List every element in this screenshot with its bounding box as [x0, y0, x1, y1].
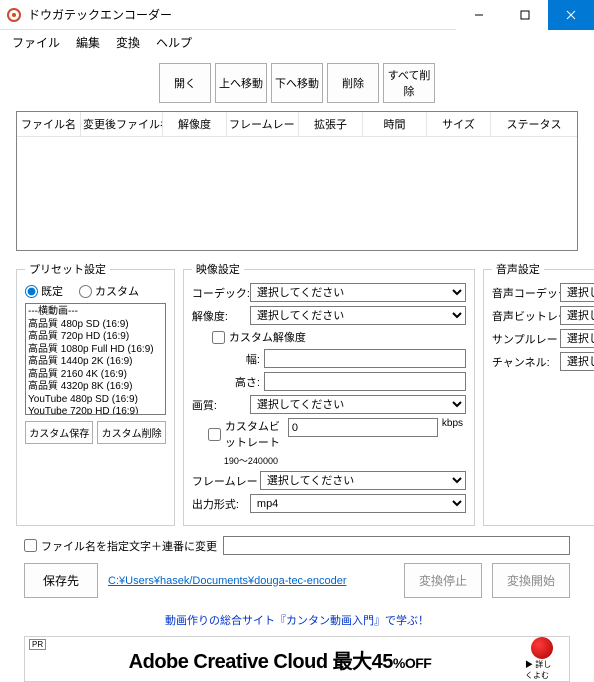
custom-bitrate-check[interactable]: カスタムビットレート 190～240000: [192, 418, 284, 467]
col-newname[interactable]: 変更後ファイル名: [81, 112, 163, 136]
audio-panel: 音声設定 音声コーデック:選択してください 音声ビットレート:選択してくださいk…: [483, 261, 594, 526]
custom-res-check[interactable]: カスタム解像度: [212, 329, 306, 345]
list-item[interactable]: ---横動画---: [28, 306, 163, 319]
delete-custom-button[interactable]: カスタム削除: [97, 421, 165, 444]
move-down-button[interactable]: 下へ移動: [271, 63, 323, 103]
menubar: ファイル 編集 変換 ヘルプ: [0, 30, 594, 55]
col-filename[interactable]: ファイル名: [17, 112, 81, 136]
framerate-select[interactable]: 選択してください: [260, 471, 466, 490]
width-input[interactable]: [264, 349, 466, 368]
rename-input[interactable]: [223, 536, 570, 555]
open-button[interactable]: 開く: [159, 63, 211, 103]
format-select[interactable]: mp4: [250, 494, 466, 513]
promo-link[interactable]: 動画作りの総合サイト『カンタン動画入門』で学ぶ！: [0, 606, 594, 632]
audio-bitrate-select[interactable]: 選択してください: [560, 306, 594, 325]
cc-icon: [531, 637, 553, 659]
list-item[interactable]: YouTube 720p HD (16:9): [28, 406, 163, 415]
height-label: 高さ:: [192, 374, 260, 390]
preset-list[interactable]: ---横動画--- 高品質 480p SD (16:9) 高品質 720p HD…: [25, 303, 166, 415]
audio-codec-label: 音声コーデック:: [492, 285, 556, 301]
save-dest-button[interactable]: 保存先: [24, 563, 98, 598]
height-input[interactable]: [264, 372, 466, 391]
format-label: 出力形式:: [192, 496, 246, 512]
quality-select[interactable]: 選択してください: [250, 395, 466, 414]
audio-legend: 音声設定: [492, 261, 544, 277]
list-item[interactable]: 高品質 1440p 2K (16:9): [28, 356, 163, 369]
codec-label: コーデック:: [192, 285, 246, 301]
width-label: 幅:: [192, 351, 260, 367]
list-item[interactable]: 高品質 1080p Full HD (16:9): [28, 344, 163, 357]
bitrate-input[interactable]: [288, 418, 438, 437]
audio-codec-select[interactable]: 選択してください: [560, 283, 594, 302]
list-item[interactable]: YouTube 480p SD (16:9): [28, 394, 163, 407]
titlebar: ドウガテックエンコーダー: [0, 0, 594, 30]
col-framerate[interactable]: フレームレート: [227, 112, 299, 136]
preset-custom-radio[interactable]: カスタム: [79, 283, 139, 299]
col-resolution[interactable]: 解像度: [163, 112, 227, 136]
col-ext[interactable]: 拡張子: [299, 112, 363, 136]
file-grid[interactable]: ファイル名 変更後ファイル名 解像度 フレームレート 拡張子 時間 サイズ ステ…: [16, 111, 578, 251]
col-time[interactable]: 時間: [363, 112, 427, 136]
preset-panel: プリセット設定 既定 カスタム ---横動画--- 高品質 480p SD (1…: [16, 261, 175, 526]
samplerate-select[interactable]: 選択してください: [560, 329, 594, 348]
col-status[interactable]: ステータス: [491, 112, 577, 136]
save-path-link[interactable]: C:¥Users¥hasek/Documents¥douga-tec-encod…: [108, 575, 394, 587]
codec-select[interactable]: 選択してください: [250, 283, 466, 302]
video-panel: 映像設定 コーデック:選択してください 解像度:選択してください カスタム解像度…: [183, 261, 475, 526]
app-icon: [6, 7, 22, 23]
toolbar: 開く 上へ移動 下へ移動 削除 すべて削除: [0, 55, 594, 111]
maximize-button[interactable]: [502, 0, 548, 30]
list-item[interactable]: 高品質 4320p 8K (16:9): [28, 381, 163, 394]
menu-file[interactable]: ファイル: [4, 32, 68, 53]
menu-edit[interactable]: 編集: [68, 32, 108, 53]
move-up-button[interactable]: 上へ移動: [215, 63, 267, 103]
grid-header: ファイル名 変更後ファイル名 解像度 フレームレート 拡張子 時間 サイズ ステ…: [17, 112, 577, 137]
list-item[interactable]: 高品質 2160 4K (16:9): [28, 369, 163, 382]
resolution-select[interactable]: 選択してください: [250, 306, 466, 325]
menu-help[interactable]: ヘルプ: [148, 32, 200, 53]
minimize-button[interactable]: [456, 0, 502, 30]
framerate-label: フレームレート:: [192, 473, 256, 489]
audio-bitrate-label: 音声ビットレート:: [492, 308, 556, 324]
pr-badge: PR: [29, 639, 46, 650]
channel-select[interactable]: 選択してください: [560, 352, 594, 371]
ad-banner[interactable]: PR Adobe Creative Cloud 最大45%OFF ▶ 詳しくよむ: [24, 636, 570, 682]
list-item[interactable]: 高品質 720p HD (16:9): [28, 331, 163, 344]
start-button[interactable]: 変換開始: [492, 563, 570, 598]
delete-button[interactable]: 削除: [327, 63, 379, 103]
menu-convert[interactable]: 変換: [108, 32, 148, 53]
video-legend: 映像設定: [192, 261, 244, 277]
resolution-label: 解像度:: [192, 308, 246, 324]
close-button[interactable]: [548, 0, 594, 30]
cc-logo: ▶ 詳しくよむ: [525, 637, 559, 681]
quality-label: 画質:: [192, 397, 246, 413]
window-buttons: [456, 0, 594, 30]
delete-all-button[interactable]: すべて削除: [383, 63, 435, 103]
preset-default-radio[interactable]: 既定: [25, 283, 63, 299]
stop-button[interactable]: 変換停止: [404, 563, 482, 598]
window-title: ドウガテックエンコーダー: [28, 6, 456, 23]
save-custom-button[interactable]: カスタム保存: [25, 421, 93, 444]
col-size[interactable]: サイズ: [427, 112, 491, 136]
ad-text: Adobe Creative Cloud 最大45%OFF: [35, 645, 525, 674]
list-item[interactable]: 高品質 480p SD (16:9): [28, 319, 163, 332]
preset-legend: プリセット設定: [25, 261, 110, 277]
channel-label: チャンネル:: [492, 354, 556, 370]
rename-check[interactable]: ファイル名を指定文字＋連番に変更: [24, 538, 217, 554]
samplerate-label: サンプルレート:: [492, 331, 556, 347]
